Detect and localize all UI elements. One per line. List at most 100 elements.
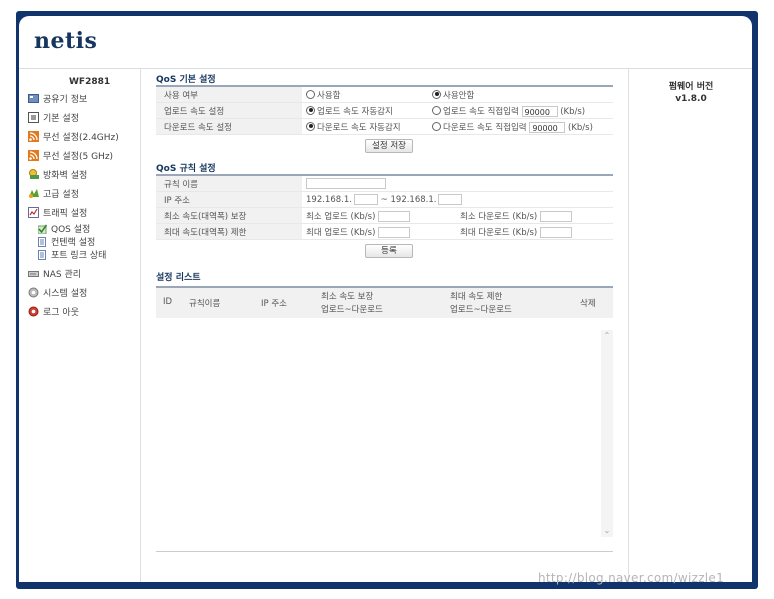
- sidebar-item-wireless-5[interactable]: 무선 설정(5 GHz): [28, 146, 140, 165]
- rule-list-body: ⌃ ⌄: [156, 316, 613, 552]
- ip-separator: ~: [380, 195, 388, 205]
- enable-on-option[interactable]: 사용함: [302, 86, 428, 103]
- ip-label: IP 주소: [156, 191, 302, 208]
- document-icon: [38, 236, 47, 247]
- min-upload-label: 최소 업로드 (Kb/s): [306, 211, 376, 222]
- enable-off-option[interactable]: 사용안함: [428, 86, 613, 103]
- firewall-icon: [28, 169, 40, 180]
- enable-row: 사용 여부 사용함 사용안함: [156, 86, 613, 103]
- min-download-input[interactable]: [539, 210, 572, 222]
- min-speed-row: 최소 속도(대역폭) 보장 최소 업로드 (Kb/s) 최소 다운로드 (Kb/…: [156, 207, 613, 224]
- scroll-down-icon[interactable]: ⌄: [603, 527, 611, 535]
- upload-manual-radio[interactable]: [432, 105, 441, 115]
- sidebar-subitem-qos[interactable]: QOS 설정: [28, 222, 140, 235]
- sidebar-item-logout[interactable]: 로그 아웃: [28, 302, 140, 321]
- sidebar-subitem-content[interactable]: 컨텐랙 설정: [28, 235, 140, 248]
- sidebar-item-label: 로그 아웃: [43, 308, 79, 318]
- col-rule-name: 규칙이름: [189, 299, 221, 309]
- scroll-up-icon[interactable]: ⌃: [603, 332, 611, 340]
- col-id: ID: [163, 297, 173, 307]
- register-button[interactable]: 등록: [365, 244, 413, 258]
- rule-list-title: 설정 리스트: [156, 273, 201, 283]
- nas-icon: [28, 268, 40, 279]
- firmware-version: v1.8.0: [675, 94, 707, 104]
- sidebar-subitem-port-link[interactable]: 포트 링크 상태: [28, 248, 140, 261]
- min-upload-input[interactable]: [378, 210, 411, 222]
- download-manual-radio[interactable]: [432, 121, 441, 131]
- download-auto-radio[interactable]: [306, 121, 315, 131]
- enable-label: 사용 여부: [156, 86, 302, 103]
- download-auto-option[interactable]: 다운로드 속도 자동감지: [302, 118, 428, 135]
- upload-row: 업로드 속도 설정 업로드 속도 자동감지 업로드 속도 직접입력 90000 …: [156, 102, 613, 119]
- router-panel: netis WF2881 공유기 정보 기본 설정 무선 설정(2.4GHz): [19, 16, 752, 582]
- sidebar: WF2881 공유기 정보 기본 설정 무선 설정(2.4GHz) 무선 설정(…: [19, 69, 141, 582]
- enable-on-radio[interactable]: [306, 89, 315, 99]
- save-settings-button[interactable]: 설정 저장: [365, 139, 413, 153]
- rule-list-scrollbar[interactable]: ⌃ ⌄: [601, 330, 613, 537]
- max-download-label: 최대 다운로드 (Kb/s): [460, 227, 538, 238]
- download-auto-label: 다운로드 속도 자동감지: [317, 122, 401, 133]
- qos-rule-table: 규칙 이름 IP 주소 192.168.1. ~ 192.168.1. 최소 속…: [156, 174, 613, 240]
- sidebar-item-label: 방화벽 설정: [43, 171, 88, 181]
- max-upload-label: 최대 업로드 (Kb/s): [306, 227, 376, 238]
- upload-auto-option[interactable]: 업로드 속도 자동감지: [302, 102, 428, 119]
- sidebar-item-wireless-24[interactable]: 무선 설정(2.4GHz): [28, 127, 140, 146]
- download-manual-option[interactable]: 다운로드 속도 직접입력 90000 (Kb/s): [428, 118, 613, 135]
- upload-label: 업로드 속도 설정: [156, 102, 302, 119]
- netis-logo: netis: [34, 28, 98, 54]
- watermark: http://blog.naver.com/wizzle1: [538, 571, 725, 585]
- ip-end-input[interactable]: [438, 194, 463, 205]
- router-frame: netis WF2881 공유기 정보 기본 설정 무선 설정(2.4GHz): [16, 11, 758, 589]
- sidebar-item-label: 무선 설정(2.4GHz): [43, 133, 119, 143]
- max-download-input[interactable]: [539, 226, 572, 238]
- upload-auto-label: 업로드 속도 자동감지: [317, 106, 393, 117]
- col-ip: IP 주소: [261, 299, 287, 309]
- sidebar-item-label: QOS 설정: [51, 225, 91, 235]
- upload-auto-radio[interactable]: [306, 105, 315, 115]
- sidebar-item-router-info[interactable]: 공유기 정보: [28, 89, 140, 108]
- col-min-speed-sub: 업로드~다운로드: [321, 305, 383, 315]
- advanced-icon: [28, 188, 40, 199]
- upload-unit: (Kb/s): [560, 106, 586, 117]
- model-name: WF2881: [69, 77, 111, 87]
- sidebar-nav: 공유기 정보 기본 설정 무선 설정(2.4GHz) 무선 설정(5 GHz) …: [28, 89, 140, 321]
- sidebar-item-label: 무선 설정(5 GHz): [43, 152, 114, 162]
- upload-speed-input[interactable]: 90000: [521, 105, 558, 117]
- sidebar-item-label: 고급 설정: [43, 190, 79, 200]
- rule-list-header: ID 규칙이름 IP 주소 최소 속도 보장 업로드~다운로드 최대 속도 제한…: [156, 286, 613, 318]
- sidebar-item-nas[interactable]: NAS 관리: [28, 264, 140, 283]
- download-unit: (Kb/s): [568, 122, 593, 133]
- ip-start-input[interactable]: [353, 194, 378, 205]
- info-icon: [28, 93, 40, 104]
- enable-off-label: 사용안함: [443, 90, 475, 101]
- max-speed-row: 최대 속도(대역폭) 제한 최대 업로드 (Kb/s) 최대 다운로드 (Kb/…: [156, 223, 613, 240]
- max-speed-label: 최대 속도(대역폭) 제한: [156, 223, 302, 240]
- rule-name-input[interactable]: [306, 178, 386, 189]
- download-speed-input[interactable]: 90000: [529, 121, 566, 133]
- logout-icon: [28, 306, 40, 317]
- ip-start-prefix: 192.168.1.: [306, 195, 352, 205]
- sidebar-item-system[interactable]: 시스템 설정: [28, 283, 140, 302]
- system-icon: [28, 287, 40, 298]
- sidebar-item-firewall[interactable]: 방화벽 설정: [28, 165, 140, 184]
- sidebar-item-traffic[interactable]: 트래픽 설정: [28, 203, 140, 222]
- qos-basic-title: QoS 기본 설정: [156, 75, 216, 85]
- sidebar-item-label: 공유기 정보: [43, 95, 88, 105]
- sidebar-item-label: NAS 관리: [43, 270, 82, 280]
- max-upload-input[interactable]: [378, 226, 411, 238]
- upload-manual-option[interactable]: 업로드 속도 직접입력 90000 (Kb/s): [428, 102, 613, 119]
- wireless-icon: [28, 150, 40, 161]
- wireless-icon: [28, 131, 40, 142]
- check-icon: [37, 224, 48, 234]
- sidebar-item-label: 기본 설정: [43, 114, 79, 124]
- qos-basic-table: 사용 여부 사용함 사용안함 업로드 속도 설정 업로드 속도 자동감지 업로드…: [156, 85, 613, 135]
- sidebar-item-label: 컨텐랙 설정: [51, 238, 96, 248]
- download-manual-label: 다운로드 속도 직접입력: [443, 122, 527, 133]
- sidebar-item-label: 포트 링크 상태: [51, 251, 107, 261]
- sidebar-item-advanced[interactable]: 고급 설정: [28, 184, 140, 203]
- sidebar-item-basic-settings[interactable]: 기본 설정: [28, 108, 140, 127]
- enable-off-radio[interactable]: [432, 89, 441, 99]
- upload-manual-label: 업로드 속도 직접입력: [443, 106, 519, 117]
- traffic-icon: [28, 207, 40, 218]
- basic-settings-icon: [28, 112, 40, 123]
